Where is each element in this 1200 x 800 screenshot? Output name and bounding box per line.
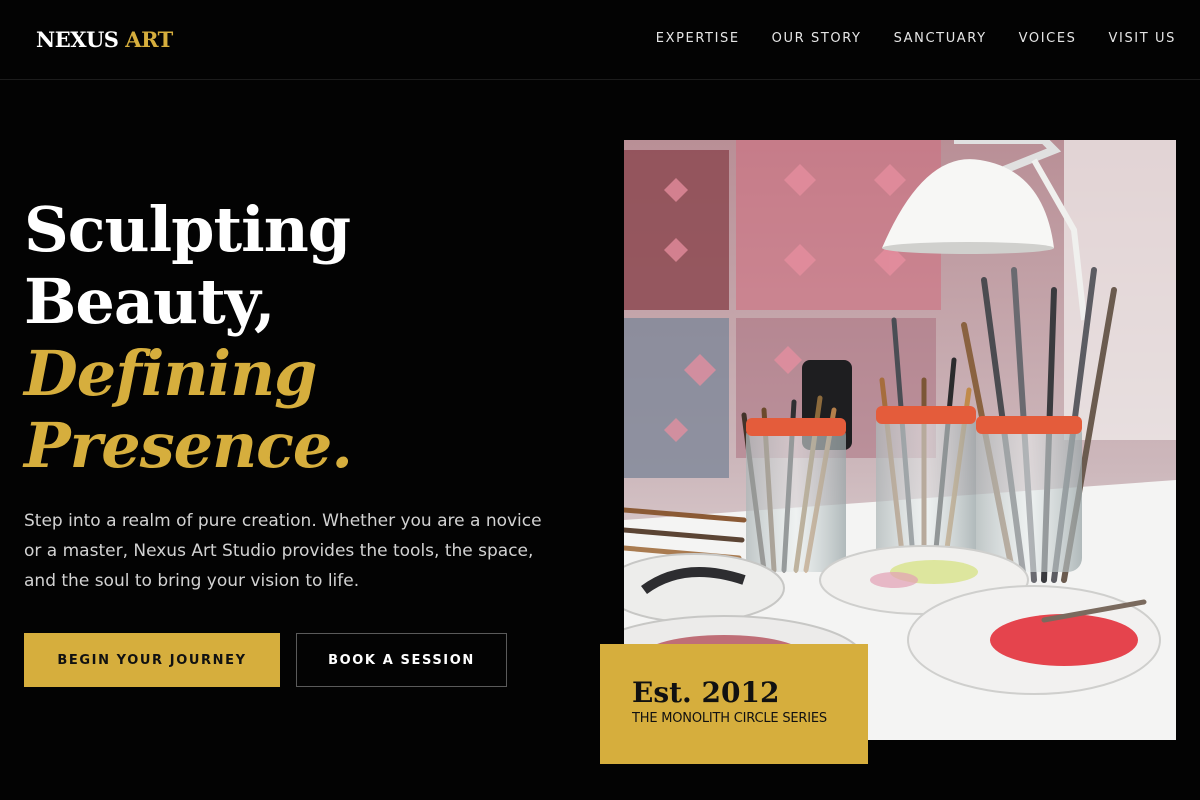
established-badge: Est. 2012 THE MONOLITH CIRCLE SERIES	[600, 644, 868, 764]
brand-name: NEXUS	[36, 27, 119, 52]
brand-accent: ART	[125, 27, 173, 52]
site-header: NEXUS ART EXPERTISE OUR STORY SANCTUARY …	[0, 0, 1200, 80]
hero-title-line-1: Sculpting	[24, 193, 351, 266]
hero-title-line-4: Presence.	[24, 409, 353, 482]
nav-link-voices[interactable]: VOICES	[1019, 30, 1077, 48]
hero-title-line-2: Beauty,	[24, 265, 275, 338]
badge-year: Est. 2012	[632, 676, 780, 709]
nav-link-our-story[interactable]: OUR STORY	[772, 30, 862, 48]
hero-title: Sculpting Beauty, Defining Presence.	[24, 193, 353, 482]
book-session-button[interactable]: BOOK A SESSION	[296, 633, 507, 687]
main-nav: EXPERTISE OUR STORY SANCTUARY VOICES VIS…	[656, 30, 1176, 48]
brand-logo[interactable]: NEXUS ART	[36, 26, 173, 54]
nav-link-sanctuary[interactable]: SANCTUARY	[894, 30, 987, 48]
badge-subtitle: THE MONOLITH CIRCLE SERIES	[632, 711, 827, 726]
begin-journey-button[interactable]: BEGIN YOUR JOURNEY	[24, 633, 280, 687]
nav-link-visit-us[interactable]: VISIT US	[1109, 30, 1176, 48]
nav-link-expertise[interactable]: EXPERTISE	[656, 30, 740, 48]
hero-title-line-3: Defining	[24, 337, 317, 410]
hero-description: Step into a realm of pure creation. Whet…	[24, 511, 542, 591]
